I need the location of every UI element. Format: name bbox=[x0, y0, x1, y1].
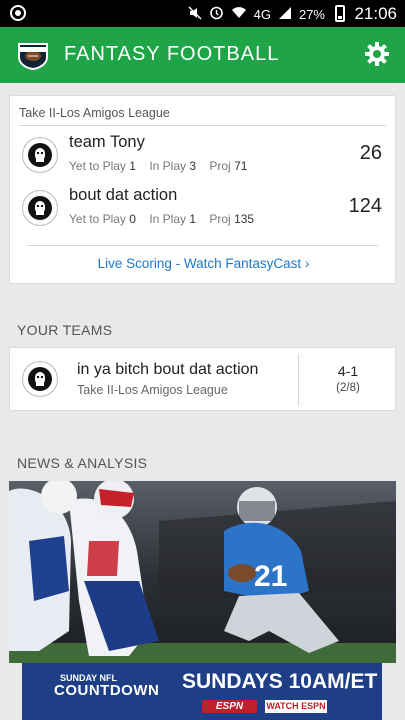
clock: 21:06 bbox=[354, 4, 397, 23]
team-name: team Tony bbox=[69, 133, 145, 151]
in-play-label: In Play bbox=[149, 212, 186, 226]
divider bbox=[298, 354, 299, 406]
gear-icon[interactable] bbox=[363, 40, 391, 68]
team-score: 124 bbox=[348, 195, 382, 217]
proj-label: Proj bbox=[209, 212, 231, 226]
matchup-team-row[interactable]: bout dat action Yet to Play 0 In Play 1 … bbox=[10, 185, 397, 235]
team-record: 4-1 bbox=[337, 363, 359, 379]
app-title: FANTASY FOOTBALL bbox=[64, 43, 280, 65]
yet-to-play-value: 1 bbox=[129, 159, 136, 173]
team-score: 26 bbox=[359, 142, 382, 164]
espn-logo: ESPN bbox=[202, 700, 257, 713]
proj-value: 71 bbox=[234, 159, 248, 173]
team-rank: (2/8) bbox=[336, 382, 360, 394]
league-name: Take II-Los Amigos League bbox=[19, 106, 170, 120]
matchup-card[interactable]: Take II-Los Amigos League team Tony Yet … bbox=[9, 95, 396, 284]
in-play-value: 1 bbox=[189, 212, 197, 226]
yet-to-play-value: 0 bbox=[129, 212, 136, 226]
status-bar: 4G 27% 21:06 bbox=[0, 0, 405, 27]
notification-icon bbox=[8, 4, 28, 27]
signal-icon bbox=[278, 6, 292, 23]
mute-icon bbox=[188, 5, 202, 23]
team-name: bout dat action bbox=[69, 186, 178, 204]
in-play-value: 3 bbox=[189, 159, 197, 173]
live-scoring-link[interactable]: Live Scoring - Watch FantasyCast › bbox=[10, 256, 397, 271]
my-team-card[interactable]: in ya bitch bout dat action Take II-Los … bbox=[9, 347, 396, 411]
my-team-name: in ya bitch bout dat action bbox=[77, 361, 259, 378]
yet-to-play-label: Yet to Play bbox=[69, 159, 126, 173]
divider bbox=[19, 125, 386, 126]
battery-icon bbox=[335, 5, 345, 22]
team-stats: Yet to Play 0 In Play 1 Proj 135 bbox=[69, 212, 264, 226]
app-bar: FANTASY FOOTBALL bbox=[0, 27, 405, 83]
proj-value: 135 bbox=[234, 212, 255, 226]
matchup-team-row[interactable]: team Tony Yet to Play 1 In Play 3 Proj 7… bbox=[10, 132, 397, 182]
fantasy-football-logo-icon[interactable] bbox=[16, 39, 50, 71]
ad-line2: COUNTDOWN bbox=[54, 682, 160, 699]
proj-label: Proj bbox=[209, 159, 231, 173]
wifi-icon bbox=[231, 6, 247, 22]
network-label: 4G bbox=[253, 6, 271, 22]
team-avatar-icon bbox=[22, 137, 58, 173]
status-icons: 4G 27% bbox=[188, 5, 325, 23]
team-stats: Yet to Play 1 In Play 3 Proj 71 bbox=[69, 159, 257, 173]
news-heading: NEWS & ANALYSIS bbox=[17, 455, 148, 471]
divider bbox=[27, 245, 378, 246]
watch-espn-logo: WATCH ESPN bbox=[265, 700, 327, 713]
team-avatar-icon bbox=[22, 190, 58, 226]
ad-banner[interactable]: SUNDAY NFL COUNTDOWN SUNDAYS 10AM/ET ESP… bbox=[22, 663, 382, 720]
battery-percent: 27% bbox=[298, 6, 325, 22]
news-image[interactable]: 21 bbox=[9, 481, 396, 663]
team-avatar-icon bbox=[22, 361, 58, 397]
svg-text:21: 21 bbox=[254, 560, 287, 593]
alarm-icon bbox=[209, 5, 224, 23]
in-play-label: In Play bbox=[149, 159, 186, 173]
my-team-league: Take II-Los Amigos League bbox=[77, 383, 228, 397]
ad-headline: SUNDAYS 10AM/ET bbox=[182, 670, 378, 693]
yet-to-play-label: Yet to Play bbox=[69, 212, 126, 226]
your-teams-heading: YOUR TEAMS bbox=[17, 322, 113, 338]
